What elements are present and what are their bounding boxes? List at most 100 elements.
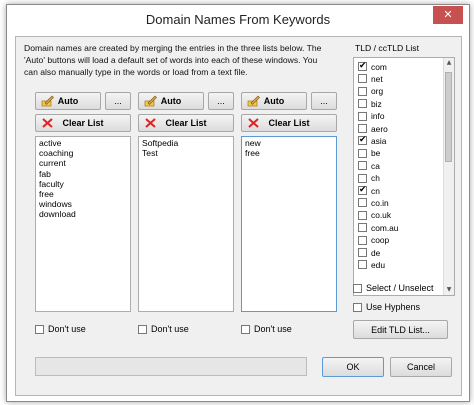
tld-item-label: biz [371,98,382,109]
auto-button-2[interactable]: Auto [138,92,204,110]
tld-item[interactable]: ✔ asia [358,135,386,146]
word-list-2[interactable]: Softpedia Test [138,136,234,312]
tld-item[interactable]: edu [358,259,385,270]
scroll-up-icon[interactable]: ▲ [444,58,454,68]
load-file-button-1[interactable]: ... [105,92,131,110]
checkbox-box[interactable]: ✔ [358,61,367,71]
cancel-label: Cancel [406,362,435,372]
auto-label: Auto [57,96,79,106]
tld-item-label: de [371,247,381,258]
tld-list-label: TLD / ccTLD List [355,43,419,53]
checkbox-box[interactable] [358,198,367,208]
tld-item-label: edu [371,259,385,270]
tld-item[interactable]: co.in [358,197,389,208]
checkbox-box[interactable] [358,124,367,133]
ellipsis-label: ... [114,96,122,106]
auto-button-3[interactable]: Auto [241,92,307,110]
use-hyphens-checkbox[interactable]: Use Hyphens [353,302,420,312]
scroll-thumb[interactable] [445,72,452,162]
clear-list-label: Clear List [62,118,104,128]
clear-list-button-1[interactable]: Clear List [35,114,131,132]
progress-bar [35,357,307,376]
load-file-button-3[interactable]: ... [311,92,337,110]
word-list-1[interactable]: active coaching current fab faculty free… [35,136,131,312]
edit-tld-list-button[interactable]: Edit TLD List... [353,320,448,339]
checkbox-box [353,283,362,293]
checkbox-box[interactable]: ✔ [358,185,367,195]
checkbox-box[interactable] [358,86,367,96]
clear-list-button-3[interactable]: Clear List [241,114,337,132]
tld-item-label: co.in [371,197,389,208]
ellipsis-label: ... [217,96,225,106]
load-file-button-2[interactable]: ... [208,92,234,110]
checkbox-box[interactable] [358,223,367,233]
tld-item[interactable]: net [358,73,383,84]
tld-item[interactable]: be [358,148,380,159]
clear-list-label: Clear List [268,118,310,128]
tld-item-label: org [371,86,384,97]
checkbox-box[interactable] [358,74,367,84]
description-text: Domain names are created by merging the … [24,43,322,77]
tld-item-label: ca [371,160,380,171]
dont-use-checkbox-3[interactable]: Don't use [241,324,292,334]
dont-use-checkbox-2[interactable]: Don't use [138,324,189,334]
tld-item-label: be [371,148,381,159]
red-x-icon [145,118,156,128]
checkbox-box [241,324,250,334]
checkbox-label: Use Hyphens [366,302,421,312]
tld-item-label: aero [371,123,388,134]
checkbox-box[interactable] [358,248,367,257]
checkbox-label: Don't use [48,324,86,334]
word-list-text: Softpedia Test [142,138,179,159]
ok-button[interactable]: OK [322,357,384,377]
checkbox-box[interactable] [358,173,367,183]
clear-list-label: Clear List [165,118,207,128]
cancel-button[interactable]: Cancel [390,357,452,377]
checkbox-box[interactable] [358,235,367,245]
tld-item[interactable]: ca [358,160,380,171]
auto-label: Auto [263,96,285,106]
word-list-text: active coaching current fab faculty free… [39,138,76,220]
tld-item[interactable]: biz [358,98,382,109]
tld-item[interactable]: com.au [358,222,398,233]
tld-item[interactable]: coop [358,235,389,246]
dont-use-checkbox-1[interactable]: Don't use [35,324,86,334]
checkbox-label: Select / Unselect [366,283,434,293]
red-x-icon [248,118,259,128]
checkbox-box[interactable] [358,99,367,109]
ellipsis-label: ... [320,96,328,106]
tld-item[interactable]: ch [358,173,380,184]
tld-item[interactable]: ✔ com [358,61,387,72]
select-unselect-checkbox[interactable]: Select / Unselect [353,283,434,293]
tld-list[interactable]: ✔ com net org biz info aero ✔ asia be ca ch ✔ cn co.in… [353,57,455,296]
window-title: Domain Names From Keywords [145,12,331,27]
tld-item-label: com [371,61,387,72]
scroll-down-icon[interactable]: ▼ [444,285,454,295]
close-button[interactable]: ✕ [433,6,463,24]
checkbox-box [353,302,362,312]
word-list-3[interactable]: new free [241,136,337,312]
tld-item-label: net [371,73,383,84]
tld-scrollbar[interactable]: ▲ ▼ [443,58,454,295]
checkbox-box[interactable] [358,161,367,171]
tld-item[interactable]: org [358,86,383,97]
checkbox-box[interactable] [358,210,367,220]
pencil-icon [41,95,54,107]
tld-item-label: ch [371,173,380,184]
tld-item[interactable]: ✔ cn [358,185,380,196]
checkbox-box[interactable] [358,111,367,121]
checkbox-box[interactable]: ✔ [358,135,367,146]
dialog-window: Domain Names From Keywords ✕ Domain name… [6,4,470,402]
tld-item-label: co.uk [371,210,392,221]
tld-item-label: com.au [371,222,399,233]
checkbox-box[interactable] [358,148,367,158]
checkbox-box[interactable] [358,260,367,270]
tld-item[interactable]: info [358,111,385,122]
tld-item[interactable]: de [358,247,380,258]
title-bar: Domain Names From Keywords ✕ [7,5,469,33]
tld-item[interactable]: co.uk [358,210,391,221]
clear-list-button-2[interactable]: Clear List [138,114,234,132]
tld-item[interactable]: aero [358,123,388,134]
auto-button-1[interactable]: Auto [35,92,101,110]
red-x-icon [42,118,53,128]
